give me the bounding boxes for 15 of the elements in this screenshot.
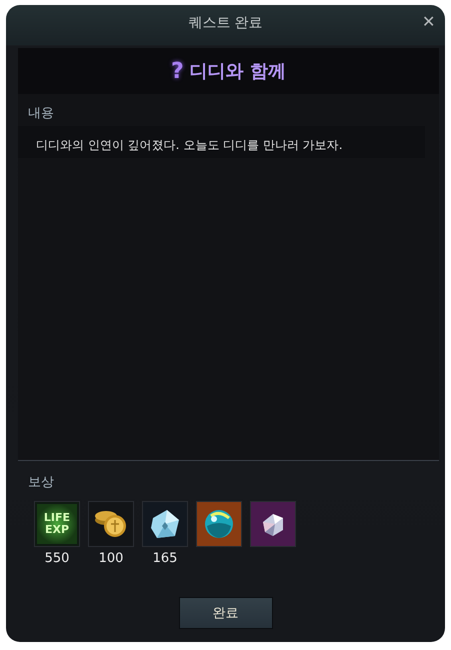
section-label: 보상: [27, 474, 55, 492]
quest-title: 디디와 함께: [190, 60, 286, 83]
reward-item[interactable]: [142, 501, 188, 547]
item-count: 165: [152, 551, 178, 566]
question-mark-icon: ?: [170, 58, 184, 84]
item-count: 100: [98, 551, 124, 566]
complete-button[interactable]: 완료: [178, 597, 272, 629]
reward-item[interactable]: [250, 501, 296, 547]
reward-item[interactable]: [196, 501, 242, 547]
section-label: 내용: [27, 105, 55, 123]
window-title: 퀘스트 완료: [188, 14, 263, 32]
close-button[interactable]: ✕: [418, 12, 439, 32]
quest-description: 디디와의 인연이 깊어졌다. 오늘도 디디를 만나러 가보자.: [36, 138, 343, 152]
item-count: 550: [44, 551, 70, 566]
reward-item[interactable]: [88, 501, 134, 547]
